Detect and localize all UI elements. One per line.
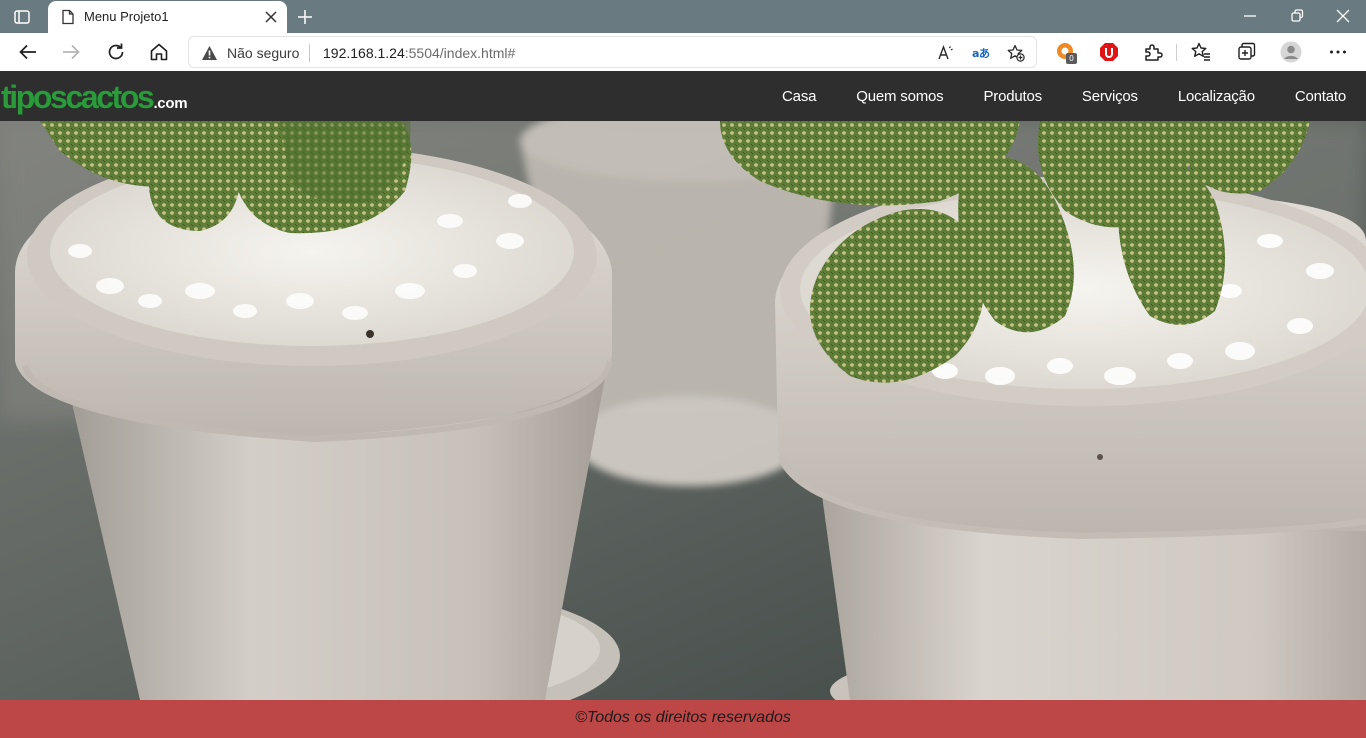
cactus-pots-illustration <box>0 121 1366 700</box>
close-icon[interactable] <box>264 10 278 24</box>
warning-icon[interactable] <box>201 45 218 61</box>
star-add-icon[interactable] <box>1007 44 1025 62</box>
logo-brand: tiposcactos <box>1 79 155 115</box>
restore-icon[interactable] <box>1287 6 1307 26</box>
extension-button[interactable]: 0 <box>1055 41 1079 65</box>
site-logo[interactable]: tiposcactos.com <box>1 79 188 116</box>
window-close-icon[interactable] <box>1333 6 1353 26</box>
extension-badge: 0 <box>1066 53 1077 64</box>
security-label[interactable]: Não seguro <box>227 45 299 61</box>
nav-products[interactable]: Produtos <box>983 88 1042 108</box>
avatar-icon[interactable] <box>1280 41 1302 63</box>
copyright-text: ©Todos os direitos reservados <box>575 709 791 726</box>
hero-image <box>0 121 1366 700</box>
more-icon[interactable] <box>1327 41 1349 63</box>
plus-icon[interactable] <box>295 7 315 27</box>
nav-about[interactable]: Quem somos <box>856 88 943 108</box>
logo-tld: .com <box>153 95 188 112</box>
browser-toolbar: Não seguro 192.168.1.24:5504/index.html#… <box>0 33 1366 71</box>
puzzle-icon[interactable] <box>1142 41 1164 63</box>
svg-text:あ: あ <box>979 47 990 60</box>
read-aloud-icon[interactable] <box>937 44 955 62</box>
browser-tab-bar: Menu Projeto1 <box>0 0 1366 33</box>
minimize-icon[interactable] <box>1240 6 1260 26</box>
nav-contact[interactable]: Contato <box>1295 88 1346 108</box>
url-text[interactable]: 192.168.1.24:5504/index.html# <box>323 45 515 61</box>
site-header: tiposcactos.com Casa Quem somos Produtos… <box>0 71 1366 121</box>
tab-title: Menu Projeto1 <box>84 9 169 24</box>
favorites-icon[interactable] <box>1190 41 1212 63</box>
tab-actions-icon[interactable] <box>12 7 32 27</box>
url-path: :5504/index.html# <box>404 45 516 61</box>
main-nav: Casa Quem somos Produtos Serviços Locali… <box>782 88 1346 108</box>
home-icon[interactable] <box>148 41 170 63</box>
adblock-icon[interactable] <box>1098 41 1120 63</box>
nav-location[interactable]: Localização <box>1178 88 1255 108</box>
address-bar[interactable]: Não seguro 192.168.1.24:5504/index.html#… <box>188 36 1037 68</box>
toolbar-separator <box>1176 44 1177 61</box>
back-arrow-icon[interactable] <box>17 41 39 63</box>
nav-home[interactable]: Casa <box>782 88 816 108</box>
forward-arrow-icon <box>63 44 80 60</box>
translate-icon[interactable]: a あ <box>972 44 990 62</box>
browser-tab[interactable]: Menu Projeto1 <box>48 1 287 33</box>
url-host: 192.168.1.24 <box>323 45 405 61</box>
site-footer: ©Todos os direitos reservados <box>0 700 1366 738</box>
collections-icon[interactable] <box>1235 41 1257 63</box>
nav-services[interactable]: Serviços <box>1082 88 1138 108</box>
refresh-icon[interactable] <box>105 41 127 63</box>
address-separator <box>309 44 310 62</box>
page-icon <box>62 9 74 25</box>
